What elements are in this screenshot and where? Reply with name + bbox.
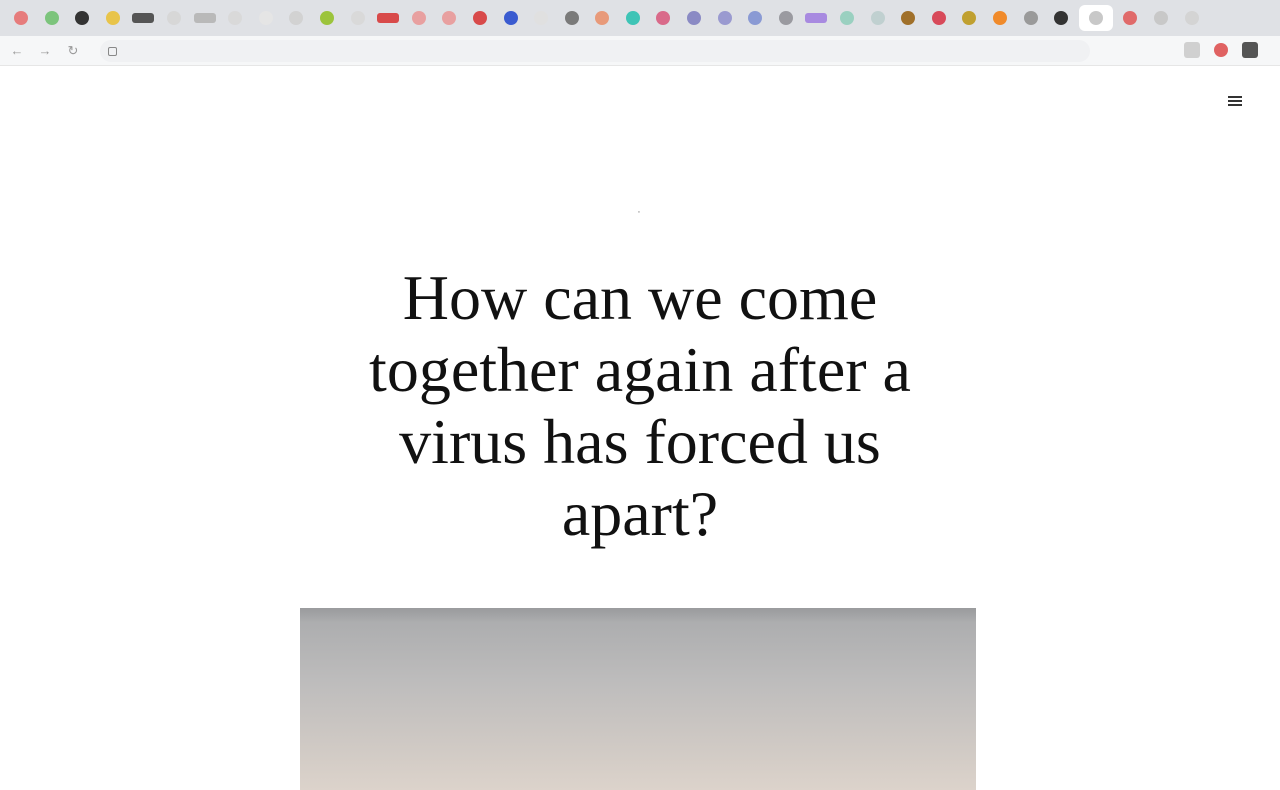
browser-tab[interactable]: [773, 5, 799, 31]
browser-tab[interactable]: [1148, 5, 1174, 31]
tab-favicon-icon: [132, 13, 155, 23]
tab-favicon-icon: [1088, 11, 1103, 25]
tab-favicon-icon: [778, 11, 793, 25]
browser-tab[interactable]: [1179, 5, 1205, 31]
tab-favicon-icon: [350, 11, 365, 25]
tab-favicon-icon: [44, 11, 59, 25]
tab-favicon-icon: [1184, 11, 1199, 25]
tab-favicon-icon: [1123, 11, 1138, 25]
tab-favicon-icon: [105, 11, 120, 25]
browser-tab[interactable]: [161, 5, 187, 31]
tab-favicon-icon: [14, 11, 28, 25]
browser-tab[interactable]: [345, 5, 371, 31]
tab-favicon-icon: [595, 11, 610, 25]
browser-tab[interactable]: [834, 5, 860, 31]
menu-button[interactable]: [1222, 96, 1242, 106]
browser-tab[interactable]: [1048, 5, 1074, 31]
browser-tab[interactable]: [100, 5, 126, 31]
tab-favicon-icon: [870, 11, 885, 25]
profile-icon[interactable]: [1242, 42, 1258, 58]
browser-tab[interactable]: [681, 5, 707, 31]
browser-tab[interactable]: [620, 5, 646, 31]
tab-favicon-icon: [1054, 11, 1069, 25]
browser-tab[interactable]: [803, 5, 829, 31]
tab-favicon-icon: [687, 11, 702, 25]
browser-tab[interactable]: [895, 5, 921, 31]
tab-favicon-icon: [442, 11, 457, 25]
browser-tab[interactable]: [742, 5, 768, 31]
tab-favicon-icon: [840, 11, 855, 25]
tab-favicon-icon: [656, 11, 671, 25]
article-kicker: ·: [360, 206, 920, 218]
browser-tab[interactable]: [222, 5, 248, 31]
browser-tab[interactable]: [39, 5, 65, 31]
browser-tab-strip: [0, 0, 1280, 36]
tab-favicon-icon: [717, 11, 732, 25]
browser-tab[interactable]: [865, 5, 891, 31]
back-button[interactable]: ←: [6, 40, 28, 62]
tab-favicon-icon: [993, 11, 1007, 25]
toolbar-actions: [1184, 42, 1258, 58]
tab-favicon-icon: [289, 11, 304, 25]
tab-favicon-icon: [625, 11, 640, 25]
extension-icon[interactable]: [1214, 43, 1228, 57]
browser-tab[interactable]: [589, 5, 615, 31]
hero-image: [300, 608, 976, 790]
browser-tab[interactable]: [926, 5, 952, 31]
tab-favicon-icon: [534, 11, 549, 25]
tab-favicon-icon: [472, 11, 487, 25]
tab-favicon-icon: [319, 11, 334, 25]
browser-tab[interactable]: [8, 5, 34, 31]
browser-tab[interactable]: [283, 5, 309, 31]
browser-tab[interactable]: [1078, 5, 1113, 31]
browser-tab[interactable]: [436, 5, 462, 31]
tab-favicon-icon: [748, 11, 763, 25]
tab-favicon-icon: [377, 13, 400, 23]
article-headline: How can we come together again after a v…: [369, 262, 911, 549]
tab-favicon-icon: [1023, 11, 1038, 25]
tab-favicon-icon: [901, 11, 916, 25]
browser-tab[interactable]: [314, 5, 340, 31]
reload-button[interactable]: ↻: [62, 40, 84, 62]
tab-favicon-icon: [166, 11, 181, 25]
tab-favicon-icon: [503, 11, 518, 25]
browser-tab[interactable]: [559, 5, 585, 31]
browser-tab[interactable]: [1018, 5, 1044, 31]
browser-tab[interactable]: [375, 5, 401, 31]
forward-button[interactable]: →: [34, 40, 56, 62]
tab-favicon-icon: [962, 11, 977, 25]
bookmark-star-icon[interactable]: [1184, 42, 1200, 58]
tab-favicon-icon: [258, 11, 273, 25]
tab-favicon-icon: [564, 11, 579, 25]
tab-favicon-icon: [411, 11, 426, 25]
browser-tab[interactable]: [1117, 5, 1143, 31]
tab-favicon-icon: [228, 11, 243, 25]
tab-favicon-icon: [75, 11, 90, 25]
tab-favicon-icon: [1153, 11, 1168, 25]
browser-tab[interactable]: [498, 5, 524, 31]
browser-tab[interactable]: [467, 5, 493, 31]
lock-icon: [108, 46, 117, 56]
browser-tab[interactable]: [406, 5, 432, 31]
browser-tab[interactable]: [712, 5, 738, 31]
browser-tab[interactable]: [528, 5, 554, 31]
browser-tab[interactable]: [130, 5, 156, 31]
browser-tab[interactable]: [987, 5, 1013, 31]
browser-tab[interactable]: [956, 5, 982, 31]
browser-tab[interactable]: [253, 5, 279, 31]
tab-favicon-icon: [931, 11, 946, 25]
tab-favicon-icon: [805, 13, 828, 23]
tab-favicon-icon: [193, 13, 216, 23]
site-logo[interactable]: [44, 88, 208, 118]
browser-tab[interactable]: [192, 5, 218, 31]
hamburger-icon: [1228, 96, 1242, 106]
browser-toolbar: ← → ↻: [0, 36, 1280, 66]
browser-tab[interactable]: [650, 5, 676, 31]
address-bar[interactable]: [100, 40, 1090, 62]
kicker-separator: ·: [637, 206, 643, 218]
browser-tab[interactable]: [69, 5, 95, 31]
